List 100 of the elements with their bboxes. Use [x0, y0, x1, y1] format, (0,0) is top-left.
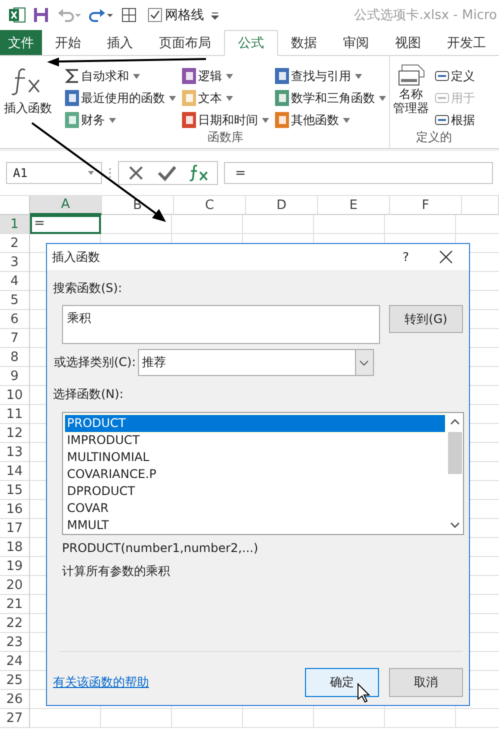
row-header[interactable]: 13 [0, 443, 30, 462]
ribbon-tab[interactable]: 文件 [0, 30, 42, 55]
row-header[interactable]: 15 [0, 481, 30, 500]
group-label: 定义的 [415, 129, 453, 146]
ribbon-tab[interactable]: 页面布局 [146, 30, 224, 55]
formula-input[interactable]: = [224, 162, 493, 184]
row-header[interactable]: 20 [0, 576, 30, 595]
name-manager-button[interactable]: 名称 管理器 [393, 56, 429, 129]
sheet-cell[interactable] [243, 709, 314, 728]
borders-icon[interactable] [120, 6, 138, 24]
gridlines-label: 网格线 [165, 7, 204, 24]
cancel-icon[interactable] [127, 164, 145, 182]
name-tag-icon [435, 93, 449, 103]
goto-button[interactable]: 转到(G) [389, 305, 463, 333]
function-category-button[interactable]: 自动求和 [65, 67, 140, 85]
row-header[interactable]: 8 [0, 348, 30, 367]
dialog-button[interactable]: 确定 [305, 668, 379, 697]
search-field[interactable]: 乘积 [62, 305, 380, 344]
ribbon-tab[interactable]: 视图 [382, 30, 434, 55]
function-category-button[interactable]: 数学和三角函数 [275, 89, 386, 107]
sheet-cell[interactable] [101, 709, 172, 728]
ribbon-tab[interactable]: 插入 [94, 30, 146, 55]
caret-icon [379, 96, 386, 100]
caret-icon [87, 170, 95, 176]
row-header[interactable]: 18 [0, 538, 30, 557]
row-header[interactable]: 27 [0, 709, 30, 728]
function-list-item[interactable]: COVAR [65, 500, 445, 517]
column-header[interactable]: C [174, 196, 246, 215]
sheet-cell[interactable] [385, 215, 456, 234]
row-header[interactable]: 9 [0, 367, 30, 386]
column-header[interactable]: F [390, 196, 462, 215]
row-header[interactable]: 25 [0, 671, 30, 690]
row-header[interactable]: 23 [0, 633, 30, 652]
function-list-item[interactable]: MMULT [65, 517, 445, 534]
function-icon[interactable] [189, 164, 209, 182]
active-cell[interactable]: = [30, 215, 101, 234]
sheet-cell[interactable] [385, 709, 456, 728]
select-all-corner[interactable] [0, 196, 30, 215]
column-header[interactable]: D [246, 196, 318, 215]
sheet-cell[interactable] [30, 709, 101, 728]
ribbon-tab[interactable]: 开发工 [434, 30, 499, 55]
function-category-button[interactable]: 最近使用的函数 [65, 89, 176, 107]
row-header[interactable]: 1 [0, 215, 30, 234]
checkmark-icon[interactable] [157, 164, 177, 182]
defined-name-button[interactable]: 根据 [435, 111, 475, 129]
row-header[interactable]: 5 [0, 291, 30, 310]
name-box[interactable]: A1 [6, 162, 102, 184]
help-link[interactable]: 有关该函数的帮助 [53, 674, 295, 691]
row-header[interactable]: 21 [0, 595, 30, 614]
row-header[interactable]: 16 [0, 500, 30, 519]
dialog-title: 插入函数 [52, 248, 101, 266]
row-header[interactable]: 17 [0, 519, 30, 538]
row-header[interactable]: 14 [0, 462, 30, 481]
function-list-item[interactable]: PRODUCT [65, 415, 445, 432]
dialog-button[interactable]: 取消 [389, 668, 463, 697]
sheet-cell[interactable] [314, 709, 385, 728]
function-list-item[interactable]: DPRODUCT [65, 483, 445, 500]
redo-icon[interactable] [88, 6, 114, 24]
function-category-button[interactable]: 财务 [65, 111, 116, 129]
sheet-cell[interactable] [172, 215, 243, 234]
category-dropdown[interactable]: 推荐 [138, 349, 374, 376]
function-category-button[interactable]: 文本 [182, 89, 233, 107]
scroll-down-icon[interactable] [450, 521, 460, 529]
undo-icon[interactable] [56, 6, 82, 24]
function-category-button[interactable]: 查找与引用 [275, 67, 362, 85]
row-header[interactable]: 6 [0, 310, 30, 329]
row-header[interactable]: 24 [0, 652, 30, 671]
ribbon-tab[interactable]: 公式 [224, 30, 278, 56]
ribbon-tab[interactable]: 开始 [42, 30, 94, 55]
scroll-up-icon[interactable] [450, 418, 460, 426]
function-category-button[interactable]: 逻辑 [182, 67, 233, 85]
function-list-item[interactable]: COVARIANCE.P [65, 466, 445, 483]
defined-name-button[interactable]: 定义 [435, 67, 475, 85]
function-category-button[interactable]: 日期和时间 [182, 111, 269, 129]
help-button[interactable]: ? [402, 250, 409, 264]
sheet-cell[interactable] [243, 215, 314, 234]
function-list-item[interactable]: MULTINOMIAL [65, 449, 445, 466]
row-header[interactable]: 12 [0, 424, 30, 443]
gridlines-checkbox[interactable] [148, 8, 162, 22]
function-category-button[interactable]: 其他函数 [275, 111, 350, 129]
function-list-item[interactable]: IMPRODUCT [65, 432, 445, 449]
row-header[interactable]: 2 [0, 234, 30, 253]
row-header[interactable]: 7 [0, 329, 30, 348]
row-header[interactable]: 11 [0, 405, 30, 424]
ribbon-tab[interactable]: 数据 [278, 30, 330, 55]
name-tags-icon [397, 62, 425, 88]
sheet-cell[interactable] [314, 215, 385, 234]
column-header[interactable] [462, 196, 499, 215]
sheet-cell[interactable] [172, 709, 243, 728]
row-header[interactable]: 4 [0, 272, 30, 291]
row-header[interactable]: 26 [0, 690, 30, 709]
close-icon[interactable] [439, 250, 453, 264]
column-header[interactable]: A [30, 196, 102, 215]
row-header[interactable]: 22 [0, 614, 30, 633]
insert-function-button[interactable]: 插入函数 [0, 56, 62, 148]
row-header[interactable]: 10 [0, 386, 30, 405]
row-header[interactable]: 19 [0, 557, 30, 576]
ribbon-tab[interactable]: 审阅 [330, 30, 382, 55]
column-header[interactable]: E [318, 196, 390, 215]
row-header[interactable]: 3 [0, 253, 30, 272]
